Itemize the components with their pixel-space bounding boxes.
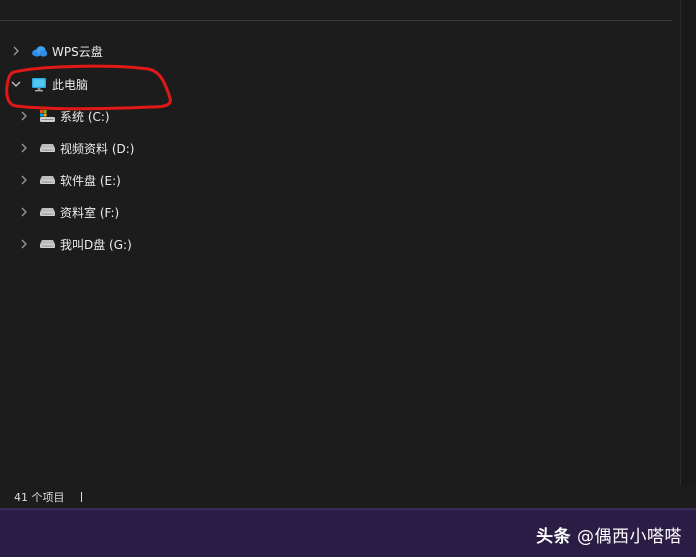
- watermark-author: @偶西小嗒嗒: [577, 527, 682, 547]
- nav-item-drive-f[interactable]: 资料室 (F:): [18, 201, 119, 223]
- nav-item-drive-d[interactable]: 视频资料 (D:): [18, 137, 134, 159]
- top-divider: [0, 20, 672, 21]
- watermark: 头条 @偶西小嗒嗒: [536, 522, 682, 547]
- chevron-right-icon[interactable]: [18, 110, 30, 122]
- drive-icon: [38, 172, 56, 188]
- nav-item-label: 系统 (C:): [60, 109, 110, 124]
- drive-icon: [38, 236, 56, 252]
- system-drive-icon: [38, 108, 56, 124]
- drive-icon: [38, 204, 56, 220]
- bottom-band: 头条 @偶西小嗒嗒: [0, 508, 696, 557]
- nav-item-label: 资料室 (F:): [60, 205, 120, 220]
- nav-item-label: WPS云盘: [52, 44, 103, 59]
- nav-item-drive-e[interactable]: 软件盘 (E:): [18, 169, 121, 191]
- monitor-icon: [30, 76, 48, 92]
- nav-item-label: 我叫D盘 (G:): [60, 237, 132, 252]
- nav-item-wps-cloud[interactable]: WPS云盘: [10, 40, 103, 62]
- cloud-icon: [30, 43, 48, 59]
- nav-item-drive-g[interactable]: 我叫D盘 (G:): [18, 233, 132, 255]
- chevron-right-icon[interactable]: [18, 206, 30, 218]
- nav-item-label: 软件盘 (E:): [60, 173, 121, 188]
- nav-item-this-pc[interactable]: 此电脑: [10, 73, 88, 95]
- item-count: 41 个项目: [14, 490, 65, 504]
- nav-item-label: 此电脑: [52, 77, 89, 92]
- status-bar: 41 个项目: [0, 485, 696, 508]
- chevron-right-icon[interactable]: [18, 142, 30, 154]
- nav-item-drive-c[interactable]: 系统 (C:): [18, 105, 110, 127]
- chevron-right-icon[interactable]: [10, 45, 22, 57]
- chevron-right-icon[interactable]: [18, 174, 30, 186]
- drive-icon: [38, 140, 56, 156]
- status-separator: [80, 491, 82, 502]
- chevron-down-icon[interactable]: [10, 78, 22, 90]
- right-scroll-pane[interactable]: [680, 0, 696, 485]
- watermark-brand: 头条: [536, 527, 572, 547]
- nav-item-label: 视频资料 (D:): [60, 141, 135, 156]
- chevron-right-icon[interactable]: [18, 238, 30, 250]
